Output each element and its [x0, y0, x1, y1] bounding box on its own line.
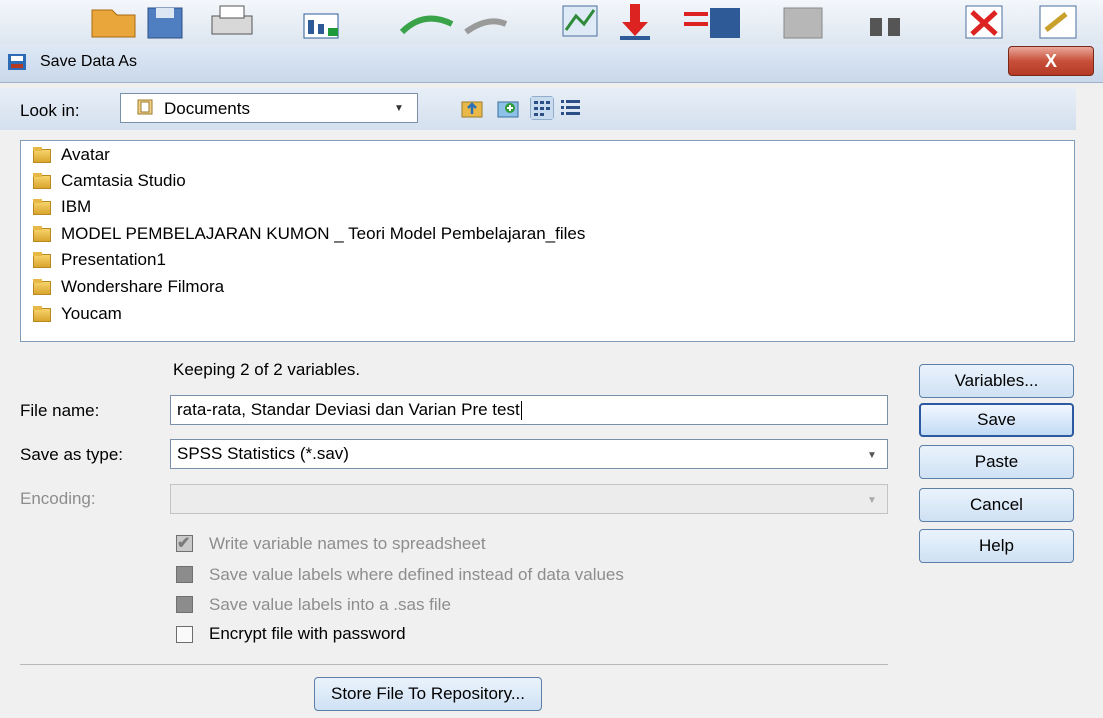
documents-folder-icon	[137, 99, 153, 115]
toolbar-icons	[91, 4, 1077, 40]
folder-icon	[33, 226, 51, 242]
cancel-button[interactable]: Cancel	[919, 488, 1074, 522]
list-item[interactable]: Camtasia Studio	[33, 170, 186, 192]
list-item[interactable]: Wondershare Filmora	[33, 276, 224, 298]
help-button[interactable]: Help	[919, 529, 1074, 563]
encoding-label: Encoding:	[20, 489, 96, 508]
save-value-labels-label: Save value labels where defined instead …	[209, 565, 624, 584]
list-item[interactable]: Avatar	[33, 144, 110, 166]
save-value-labels-checkbox[interactable]	[176, 566, 193, 583]
separator	[20, 664, 888, 665]
details-view-icon[interactable]	[558, 96, 582, 120]
store-to-repository-button[interactable]: Store File To Repository...	[314, 677, 542, 711]
new-folder-icon[interactable]	[496, 96, 520, 120]
file-name-input[interactable]: rata-rata, Standar Deviasi dan Varian Pr…	[170, 395, 888, 425]
list-item[interactable]: IBM	[33, 196, 91, 218]
print-icon[interactable]	[211, 5, 253, 35]
close-button[interactable]: X	[1008, 46, 1094, 76]
file-list[interactable]: Avatar Camtasia Studio IBM MODEL PEMBELA…	[20, 140, 1075, 342]
encrypt-checkbox[interactable]	[176, 626, 193, 643]
save-sas-labels-checkbox[interactable]	[176, 596, 193, 613]
folder-icon	[33, 279, 51, 295]
dialog-titlebar: Save Data As X	[0, 44, 1103, 82]
chevron-down-icon[interactable]: ▼	[861, 444, 883, 466]
find-icon[interactable]	[870, 18, 900, 36]
chevron-down-icon: ▼	[867, 494, 877, 506]
open-folder-icon[interactable]	[91, 9, 136, 38]
variables-icon[interactable]	[684, 8, 740, 38]
spss-toolbar	[0, 0, 1103, 44]
file-name-label: File name:	[20, 401, 100, 420]
chevron-down-icon[interactable]: ▼	[384, 96, 414, 120]
undo-icon[interactable]	[399, 15, 454, 35]
folder-icon	[33, 306, 51, 322]
save-as-type-label: Save as type:	[20, 445, 124, 464]
look-in-label: Look in:	[20, 101, 80, 120]
list-item[interactable]: Youcam	[33, 303, 122, 325]
up-folder-icon[interactable]	[460, 96, 484, 120]
split-file-icon[interactable]	[1039, 5, 1077, 39]
look-in-value: Documents	[164, 99, 250, 118]
list-view-icon[interactable]	[530, 96, 554, 120]
folder-icon	[33, 147, 51, 163]
folder-icon	[33, 252, 51, 268]
save-as-type-select[interactable]: SPSS Statistics (*.sav) ▼	[170, 439, 888, 469]
check-icon: ✔	[177, 535, 191, 552]
save-button[interactable]: Save	[919, 403, 1074, 437]
paste-button[interactable]: Paste	[919, 445, 1074, 479]
variables-button[interactable]: Variables...	[919, 364, 1074, 398]
redo-icon[interactable]	[464, 18, 508, 35]
goto-variable-icon[interactable]	[620, 4, 650, 40]
write-names-label: Write variable names to spreadsheet	[209, 534, 486, 553]
encoding-select[interactable]: ▼	[170, 484, 888, 514]
save-icon[interactable]	[147, 7, 183, 39]
spss-save-icon	[8, 54, 26, 70]
write-names-checkbox[interactable]: ✔	[176, 535, 193, 552]
folder-icon	[33, 173, 51, 189]
list-item[interactable]: MODEL PEMBELAJARAN KUMON _ Teori Model P…	[33, 223, 585, 245]
folder-icon	[33, 199, 51, 215]
dialog-title: Save Data As	[40, 53, 137, 70]
run-descriptives-icon[interactable]	[783, 7, 823, 39]
close-icon: X	[1044, 50, 1057, 71]
dialog-recall-icon[interactable]	[303, 13, 339, 39]
text-cursor	[520, 400, 522, 420]
list-item[interactable]: Presentation1	[33, 249, 166, 271]
encrypt-label: Encrypt file with password	[209, 624, 406, 643]
save-sas-labels-label: Save value labels into a .sas file	[209, 595, 451, 614]
keeping-variables-text: Keeping 2 of 2 variables.	[173, 360, 361, 379]
goto-case-icon[interactable]	[562, 5, 598, 37]
insert-cases-icon[interactable]	[965, 5, 1003, 39]
